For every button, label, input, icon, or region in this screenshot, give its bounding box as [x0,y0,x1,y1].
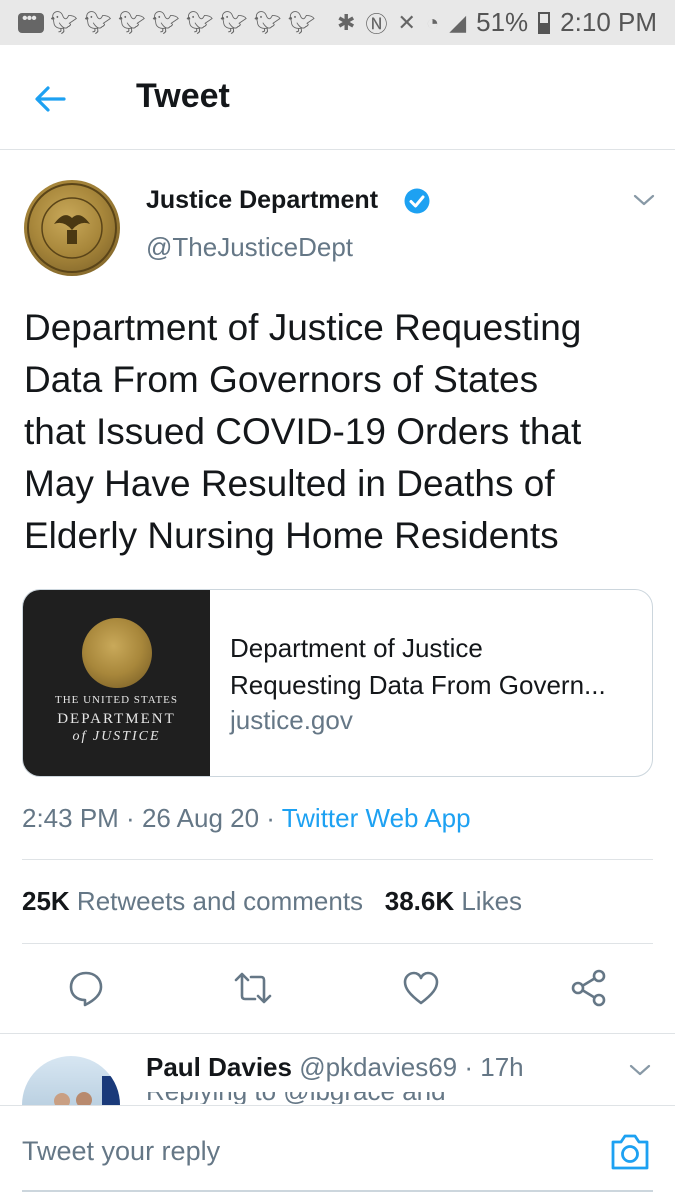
nfc-icon: Ⓝ [365,11,388,37]
tweet-text-line: Data From Governors of States [24,359,539,400]
reply-author-name[interactable]: Paul Davies [146,1052,292,1082]
doj-seal-icon [27,183,117,273]
clock: 2:10 PM [560,7,657,37]
camera-icon [611,1134,649,1170]
likes-label: Likes [454,886,523,916]
reply-header: Paul Davies @pkdavies69 · 17h [146,1052,524,1083]
heart-icon [403,971,439,1005]
page-title: Tweet [136,77,230,115]
reply-time: · 17h [457,1052,524,1082]
card-title: Department of Justice Requesting Data Fr… [230,630,640,704]
reply-snippet: Replying to @lbgrace and [146,1092,446,1104]
twitter-icon: 🐦︎ [287,9,316,35]
arrow-left-icon [35,86,66,112]
notification-icons: 🐦︎ 🐦︎ 🐦︎ 🐦︎ 🐦︎ 🐦︎ 🐦︎ 🐦︎ [18,9,316,35]
twitter-icon: 🐦︎ [50,9,78,35]
bluetooth-icon: ✱ [337,9,356,35]
twitter-icon: 🐦︎ [219,9,248,35]
twitter-icon: 🐦︎ [83,9,112,35]
retweet-button[interactable] [233,968,273,1008]
chevron-down-icon[interactable] [630,190,658,210]
card-title-line: Department of Justice [230,633,483,663]
retweets-stat[interactable]: 25K Retweets and comments [22,886,363,916]
reply-button[interactable] [66,968,106,1008]
divider [22,859,653,860]
divider [22,943,653,944]
reply-composer [0,1105,675,1200]
mute-icon: ✕ [397,9,416,35]
card-image: THE UNITED STATES DEPARTMENT of JUSTICE [23,590,210,776]
reply-input[interactable] [22,1136,562,1167]
verified-badge-icon [404,188,430,214]
link-card[interactable]: THE UNITED STATES DEPARTMENT of JUSTICE … [22,589,653,777]
tweet-meta: 2:43 PM · 26 Aug 20 · Twitter Web App [22,803,471,834]
signal-icon: ◢ [449,9,467,35]
likes-stat[interactable]: 38.6K Likes [385,886,522,916]
card-image-text: THE UNITED STATES [54,694,179,706]
twitter-icon: 🐦︎ [151,9,180,35]
back-button[interactable] [30,79,70,119]
tweet-text-line: Department of Justice Requesting [24,307,582,348]
input-underline [22,1190,653,1192]
battery-icon [538,11,551,34]
comment-icon [69,971,103,1007]
author-avatar[interactable] [24,180,120,276]
divider [0,1033,675,1034]
system-status: ✱ Ⓝ ✕ ◔ ◢ 51% 2:10 PM [337,7,657,39]
share-button[interactable] [569,968,609,1008]
author-name[interactable]: Justice Department [146,186,378,215]
card-title-line: Requesting Data From Govern... [230,670,606,700]
app-header: Tweet [0,45,675,150]
twitter-icon: 🐦︎ [185,9,214,35]
twitter-icon: 🐦︎ [253,9,282,35]
tweet-text: Department of Justice Requesting Data Fr… [24,302,664,562]
doj-seal-icon [82,618,152,688]
retweets-count: 25K [22,886,70,916]
tweet-time: 2:43 PM [22,803,119,833]
separator-dot: · [118,803,142,833]
reply-author-handle[interactable]: @pkdavies69 [292,1052,457,1082]
message-icon [18,10,44,33]
twitter-icon: 🐦︎ [117,9,146,35]
card-image-text: DEPARTMENT [57,711,176,727]
card-domain: justice.gov [230,705,353,735]
retweets-label: Retweets and comments [69,886,364,916]
tweet-text-line: May Have Resulted in Deaths of [24,463,555,504]
source-app-link[interactable]: Twitter Web App [282,803,471,833]
battery-percent: 51% [476,7,529,37]
retweet-icon [234,972,272,1004]
likes-count: 38.6K [384,886,455,916]
separator-dot: · [259,803,282,833]
camera-button[interactable] [609,1132,651,1172]
tweet-date: 26 Aug 20 [141,803,260,833]
author-handle[interactable]: @TheJusticeDept [146,232,353,263]
wifi-icon: ◔ [425,9,440,35]
share-icon [571,969,606,1007]
chevron-down-icon[interactable] [626,1060,654,1080]
like-button[interactable] [401,968,441,1008]
reply-snippet-text: Replying to @lbgrace and [146,1092,446,1104]
card-image-text: of JUSTICE [72,729,161,744]
tweet-text-line: Elderly Nursing Home Residents [24,515,559,556]
tweet-stats: 25K Retweets and comments 38.6K Likes [22,886,522,917]
status-bar: 🐦︎ 🐦︎ 🐦︎ 🐦︎ 🐦︎ 🐦︎ 🐦︎ 🐦︎ ✱ Ⓝ ✕ ◔ ◢ 51% 2:… [0,0,675,45]
tweet-text-line: that Issued COVID-19 Orders that [24,411,582,452]
